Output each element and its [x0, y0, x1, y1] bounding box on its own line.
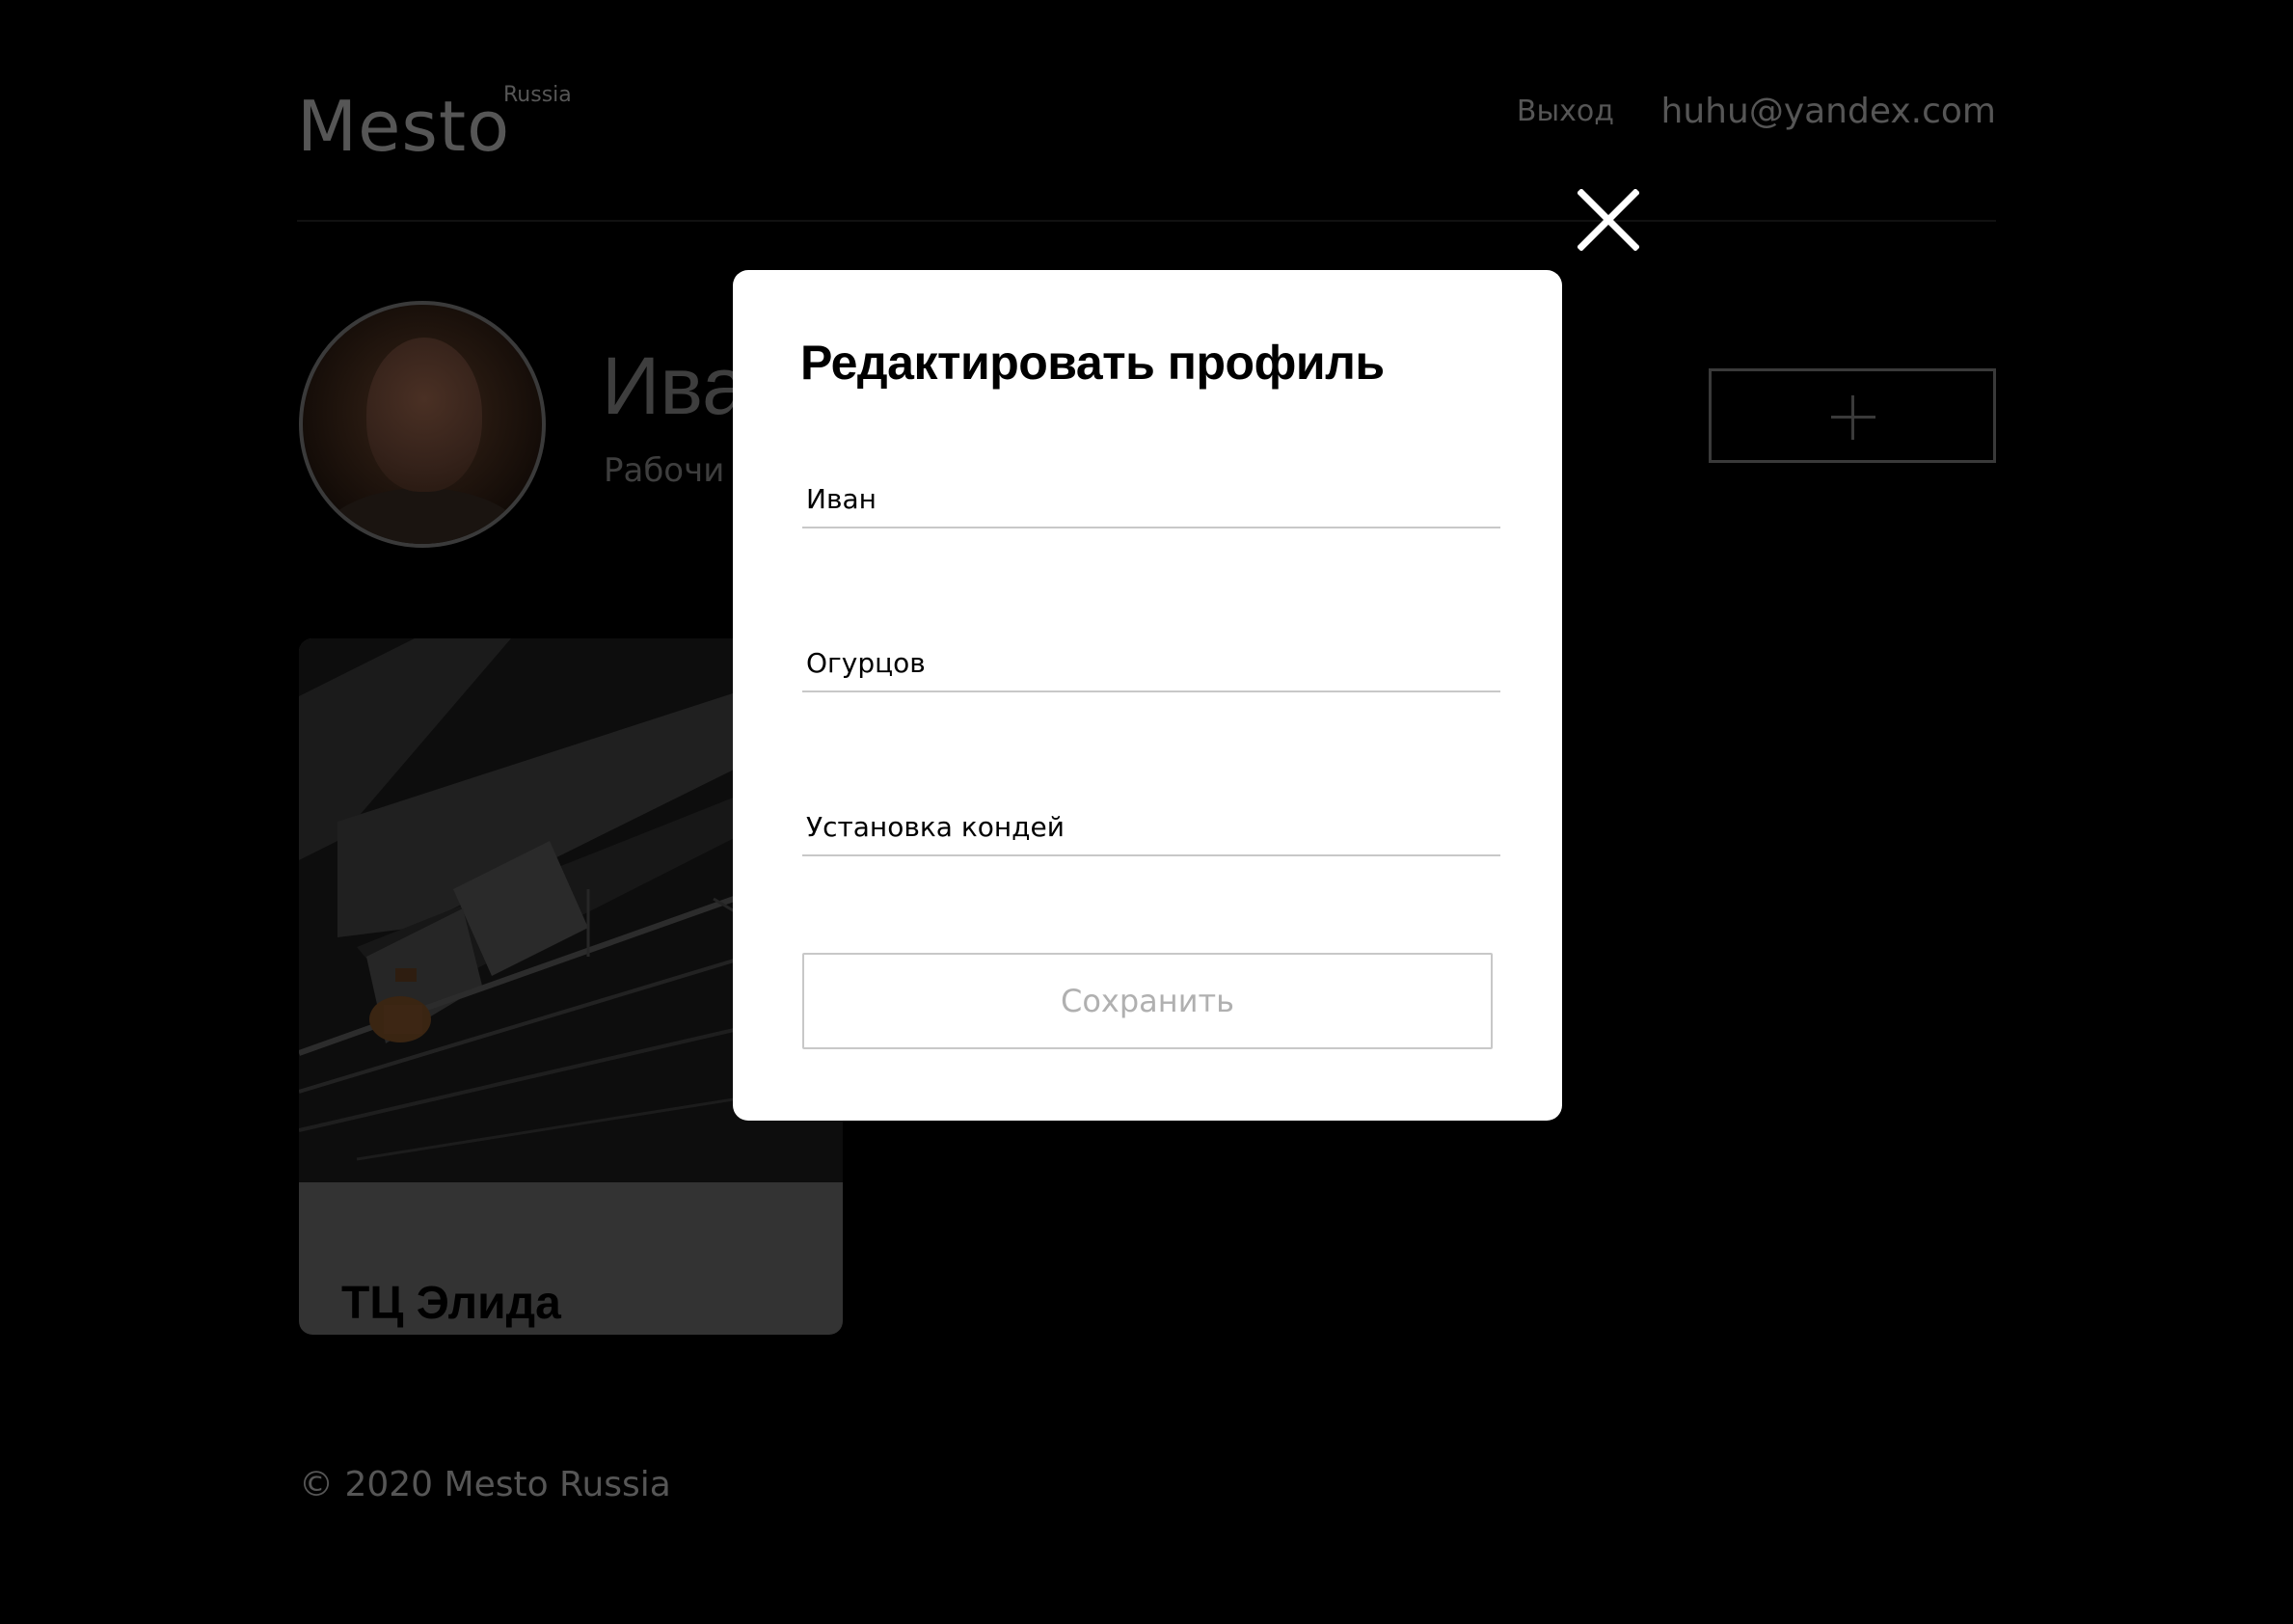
close-icon: [1578, 189, 1639, 251]
card-title: ТЦ Элида: [341, 1277, 561, 1329]
edit-profile-popup: Редактировать профиль Сохранить: [733, 270, 1562, 1121]
about-field[interactable]: [802, 798, 1500, 856]
logo-superscript: Russia: [503, 83, 572, 107]
add-card-button[interactable]: [1709, 368, 1996, 463]
name-field[interactable]: [802, 471, 1500, 528]
profile-about: Рабочи: [604, 451, 725, 490]
popup-title: Редактировать профиль: [800, 336, 1385, 390]
surname-field[interactable]: [802, 635, 1500, 692]
logout-link[interactable]: Выход: [1517, 93, 1614, 131]
user-email: huhu@yandex.com: [1660, 92, 1996, 131]
logo: Mesto: [297, 86, 511, 167]
footer-copyright: © 2020 Mesto Russia: [299, 1465, 671, 1504]
header: Mesto Russia Выход huhu@yandex.com: [297, 0, 1996, 222]
page: Mesto Russia Выход huhu@yandex.com Ива Р…: [0, 0, 2293, 1624]
profile-name: Ива: [602, 340, 747, 431]
avatar-shoulders: [316, 488, 528, 544]
popup-close-button[interactable]: [1578, 189, 1639, 251]
save-button[interactable]: Сохранить: [802, 953, 1493, 1049]
avatar[interactable]: [299, 301, 546, 548]
avatar-face: [366, 338, 482, 492]
